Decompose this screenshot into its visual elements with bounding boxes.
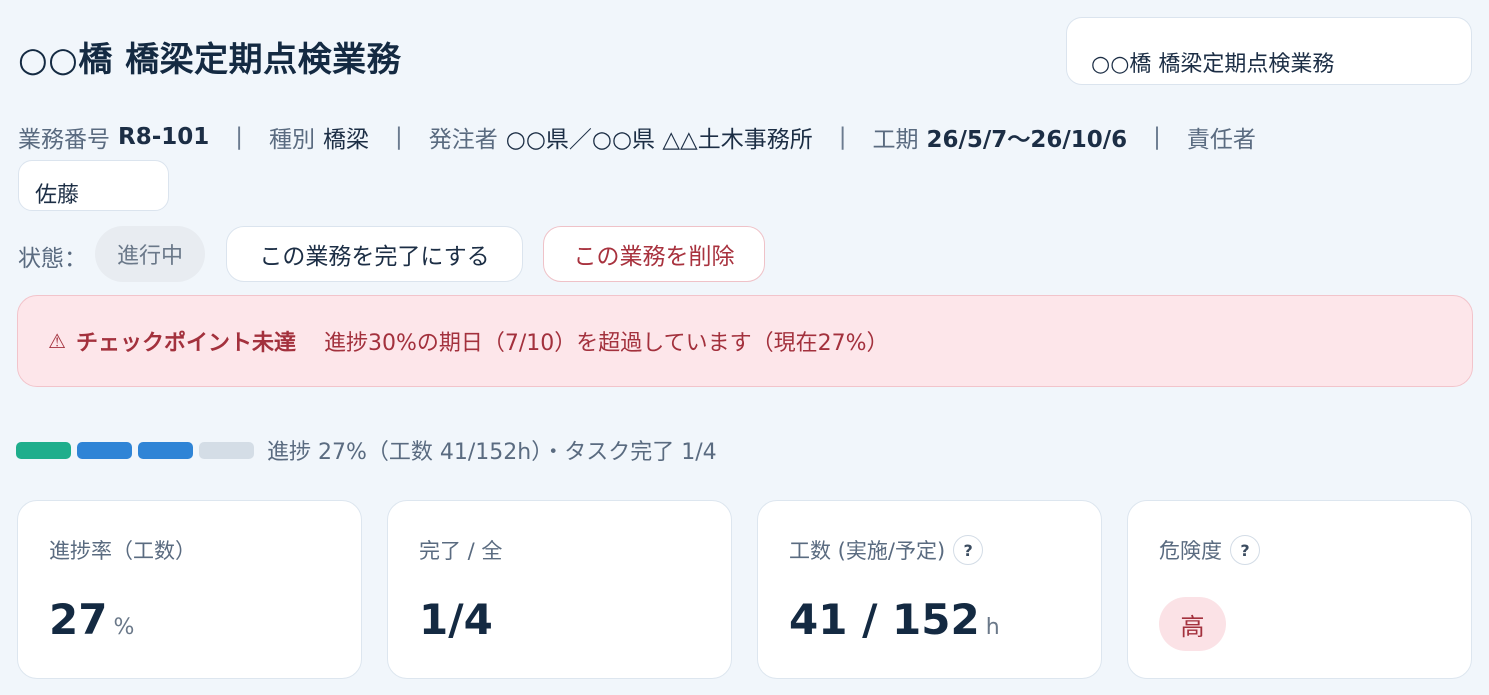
unit: h: [985, 615, 1000, 640]
unit: %: [113, 615, 135, 640]
progress-segment: [138, 441, 193, 459]
card-label: 進捗率（工数）: [49, 539, 196, 563]
owner-label: 責任者: [1186, 127, 1256, 153]
project-type-value: 橋梁: [323, 127, 370, 153]
period-label: 工期: [872, 127, 919, 153]
progress-segment: [16, 441, 71, 459]
man-hours-label: 工数 (実施/予定): [789, 539, 946, 563]
alert-message: 進捗30%の期日（7/10）を超過しています（現在27%）: [323, 331, 889, 356]
meta-separator: |: [235, 124, 244, 150]
completion-value: 1/4: [419, 595, 493, 644]
status-badge: 進行中: [95, 226, 205, 282]
man-hours-value: 41 / 152: [789, 595, 980, 644]
meta-separator: |: [1153, 124, 1161, 150]
card-label: 工数 (実施/予定)?: [789, 535, 984, 565]
project-meta: 業務番号 R8-101 | 種別 橋梁 | 発注者 ○○県／○○県 △△土木事務…: [18, 120, 1256, 154]
alert-heading: チェックポイント未達: [75, 331, 296, 356]
progress-rate-card: 進捗率（工数） 27%: [17, 500, 362, 679]
client-label: 発注者: [428, 127, 498, 153]
card-label: 完了 / 全: [419, 539, 503, 563]
complete-project-button[interactable]: この業務を完了にする: [226, 226, 523, 282]
page-title: ○○橋 橋梁定期点検業務: [18, 40, 402, 80]
progress-rate-value: 27: [49, 595, 108, 644]
risk-label: 危険度: [1159, 539, 1222, 563]
progress-summary: 進捗 27%（工数 41/152h）・タスク完了 1/4: [267, 440, 717, 465]
completion-card: 完了 / 全 1/4: [387, 500, 732, 679]
help-icon[interactable]: ?: [953, 535, 984, 565]
period-value: 26/5/7〜26/10/6: [926, 127, 1128, 153]
risk-badge: 高: [1159, 597, 1226, 651]
delete-project-button[interactable]: この業務を削除: [543, 226, 765, 282]
card-label: 危険度?: [1159, 535, 1260, 565]
meta-separator: |: [838, 124, 847, 150]
client-value: ○○県／○○県 △△土木事務所: [505, 127, 813, 153]
owner-input[interactable]: [18, 160, 169, 211]
project-number-label: 業務番号: [18, 127, 110, 153]
help-icon[interactable]: ?: [1230, 535, 1260, 565]
warning-icon: ⚠: [48, 329, 66, 353]
progress-segment: [77, 441, 132, 459]
card-value: 27%: [49, 595, 134, 644]
project-number-value: R8-101: [118, 124, 210, 150]
checkpoint-alert: ⚠ チェックポイント未達 進捗30%の期日（7/10）を超過しています（現在27…: [17, 295, 1473, 387]
progress-row: 進捗 27%（工数 41/152h）・タスク完了 1/4: [16, 432, 717, 468]
title-input[interactable]: [1066, 17, 1472, 85]
meta-separator: |: [395, 124, 403, 150]
man-hours-card: 工数 (実施/予定)? 41 / 152 h: [757, 500, 1102, 679]
progress-segment: [199, 441, 254, 459]
project-type-label: 種別: [269, 127, 316, 153]
status-label: 状態：: [18, 246, 87, 272]
risk-card: 危険度? 高: [1127, 500, 1472, 679]
card-value: 41 / 152 h: [789, 595, 1000, 644]
